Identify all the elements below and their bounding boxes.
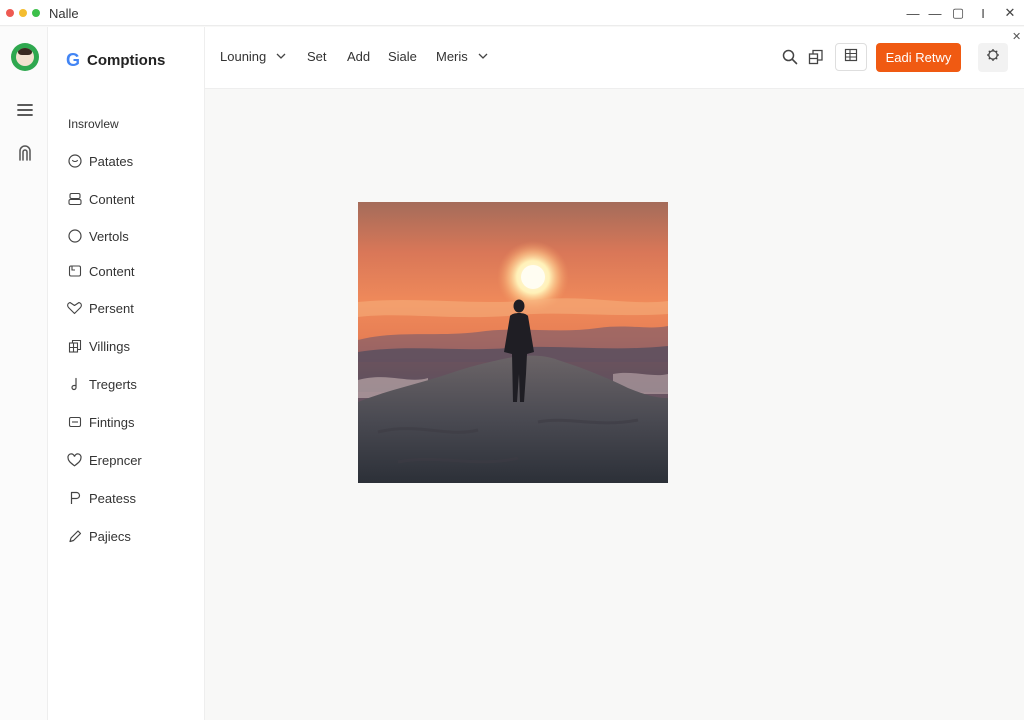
google-logo-icon: G bbox=[66, 50, 81, 70]
menu-louning[interactable]: Louning bbox=[220, 49, 286, 64]
pin-button[interactable]: I bbox=[973, 3, 993, 23]
gear-icon bbox=[986, 48, 1000, 67]
close-dot[interactable] bbox=[6, 9, 14, 17]
grid-view-button[interactable] bbox=[835, 43, 867, 71]
title-bar: Nalle — — ▢ I ✕ bbox=[0, 0, 1024, 26]
sidebar: G Comptions Insrovlew Patates Content Ve… bbox=[48, 27, 205, 720]
sidebar-item-label: Persent bbox=[89, 300, 134, 316]
layers-icon bbox=[67, 339, 82, 354]
grid-icon bbox=[844, 48, 858, 67]
sidebar-item-tregerts[interactable]: Tregerts bbox=[67, 372, 137, 396]
card-icon bbox=[67, 415, 82, 430]
avatar[interactable] bbox=[11, 43, 39, 71]
sidebar-item-label: Pajiecs bbox=[89, 528, 131, 544]
stack-icon bbox=[67, 192, 82, 207]
sidebar-item-content[interactable]: Content bbox=[67, 187, 135, 211]
sunset-silhouette-photo[interactable] bbox=[358, 202, 668, 483]
copy-icon[interactable] bbox=[806, 47, 826, 67]
heart-outline-icon bbox=[67, 301, 82, 316]
sidebar-item-pajiecs[interactable]: Pajiecs bbox=[67, 524, 131, 548]
sidebar-item-label: Villings bbox=[89, 338, 130, 354]
heart-icon bbox=[67, 453, 82, 468]
avatar-face-icon bbox=[16, 48, 34, 66]
maximize-dot[interactable] bbox=[32, 9, 40, 17]
flag-icon bbox=[67, 491, 82, 506]
pen-icon bbox=[67, 529, 82, 544]
menu-label: Meris bbox=[436, 49, 468, 64]
chevron-down-icon bbox=[478, 51, 488, 62]
sidebar-item-fintings[interactable]: Fintings bbox=[67, 410, 135, 434]
sidebar-item-label: Peatess bbox=[89, 490, 136, 506]
circle-icon bbox=[67, 229, 82, 244]
sidebar-item-content-2[interactable]: Content bbox=[67, 259, 135, 283]
menu-add[interactable]: Add bbox=[347, 49, 370, 64]
chevron-down-icon bbox=[276, 51, 286, 62]
search-icon[interactable] bbox=[780, 47, 800, 67]
window-traffic-lights bbox=[6, 9, 40, 17]
menu-label: Louning bbox=[220, 49, 267, 64]
home-arch-icon[interactable] bbox=[14, 141, 36, 163]
sidebar-item-label: Vertols bbox=[89, 228, 129, 244]
main-canvas bbox=[206, 90, 1024, 720]
sidebar-item-patates[interactable]: Patates bbox=[67, 149, 133, 173]
top-toolbar: Louning Set Add Siale Meris Eadi Retwy bbox=[205, 27, 1024, 89]
menu-meris[interactable]: Meris bbox=[436, 49, 488, 64]
menu-label: Set bbox=[307, 49, 327, 64]
sidebar-item-label: Patates bbox=[89, 153, 134, 169]
brand-name: Comptions bbox=[87, 51, 166, 69]
music-note-icon bbox=[67, 377, 82, 392]
maximize-button[interactable]: ▢ bbox=[948, 3, 968, 23]
sidebar-item-erepncer[interactable]: Erepncer bbox=[67, 448, 142, 472]
restore-button[interactable]: — bbox=[925, 3, 945, 23]
sidebar-item-label: Fintings bbox=[89, 414, 135, 430]
menu-label: Siale bbox=[388, 49, 417, 64]
smile-icon bbox=[67, 154, 82, 169]
hamburger-menu-icon[interactable] bbox=[14, 99, 36, 121]
sidebar-item-label: Content bbox=[89, 263, 135, 279]
panel-close-icon[interactable]: ✕ bbox=[1012, 30, 1021, 43]
sidebar-item-persent[interactable]: Persent bbox=[67, 296, 134, 320]
left-rail bbox=[0, 27, 48, 720]
sidebar-item-peatess[interactable]: Peatess bbox=[67, 486, 136, 510]
minimize-button[interactable]: — bbox=[903, 3, 923, 23]
folder-icon bbox=[67, 264, 82, 279]
menu-label: Add bbox=[347, 49, 371, 64]
primary-action-button[interactable]: Eadi Retwy bbox=[876, 43, 961, 72]
minimize-dot[interactable] bbox=[19, 9, 27, 17]
brand[interactable]: G Comptions bbox=[66, 51, 165, 69]
sidebar-item-villings[interactable]: Villings bbox=[67, 334, 130, 358]
sidebar-heading[interactable]: Insrovlew bbox=[68, 117, 119, 131]
sidebar-item-label: Tregerts bbox=[89, 376, 137, 392]
menu-siale[interactable]: Siale bbox=[388, 49, 417, 64]
window-title: Nalle bbox=[49, 6, 79, 21]
sidebar-item-vertols[interactable]: Vertols bbox=[67, 224, 129, 248]
sidebar-item-label: Erepncer bbox=[89, 452, 142, 468]
sidebar-item-label: Content bbox=[89, 191, 135, 207]
settings-button[interactable] bbox=[978, 43, 1008, 72]
menu-set[interactable]: Set bbox=[307, 49, 327, 64]
close-button[interactable]: ✕ bbox=[1000, 3, 1020, 23]
